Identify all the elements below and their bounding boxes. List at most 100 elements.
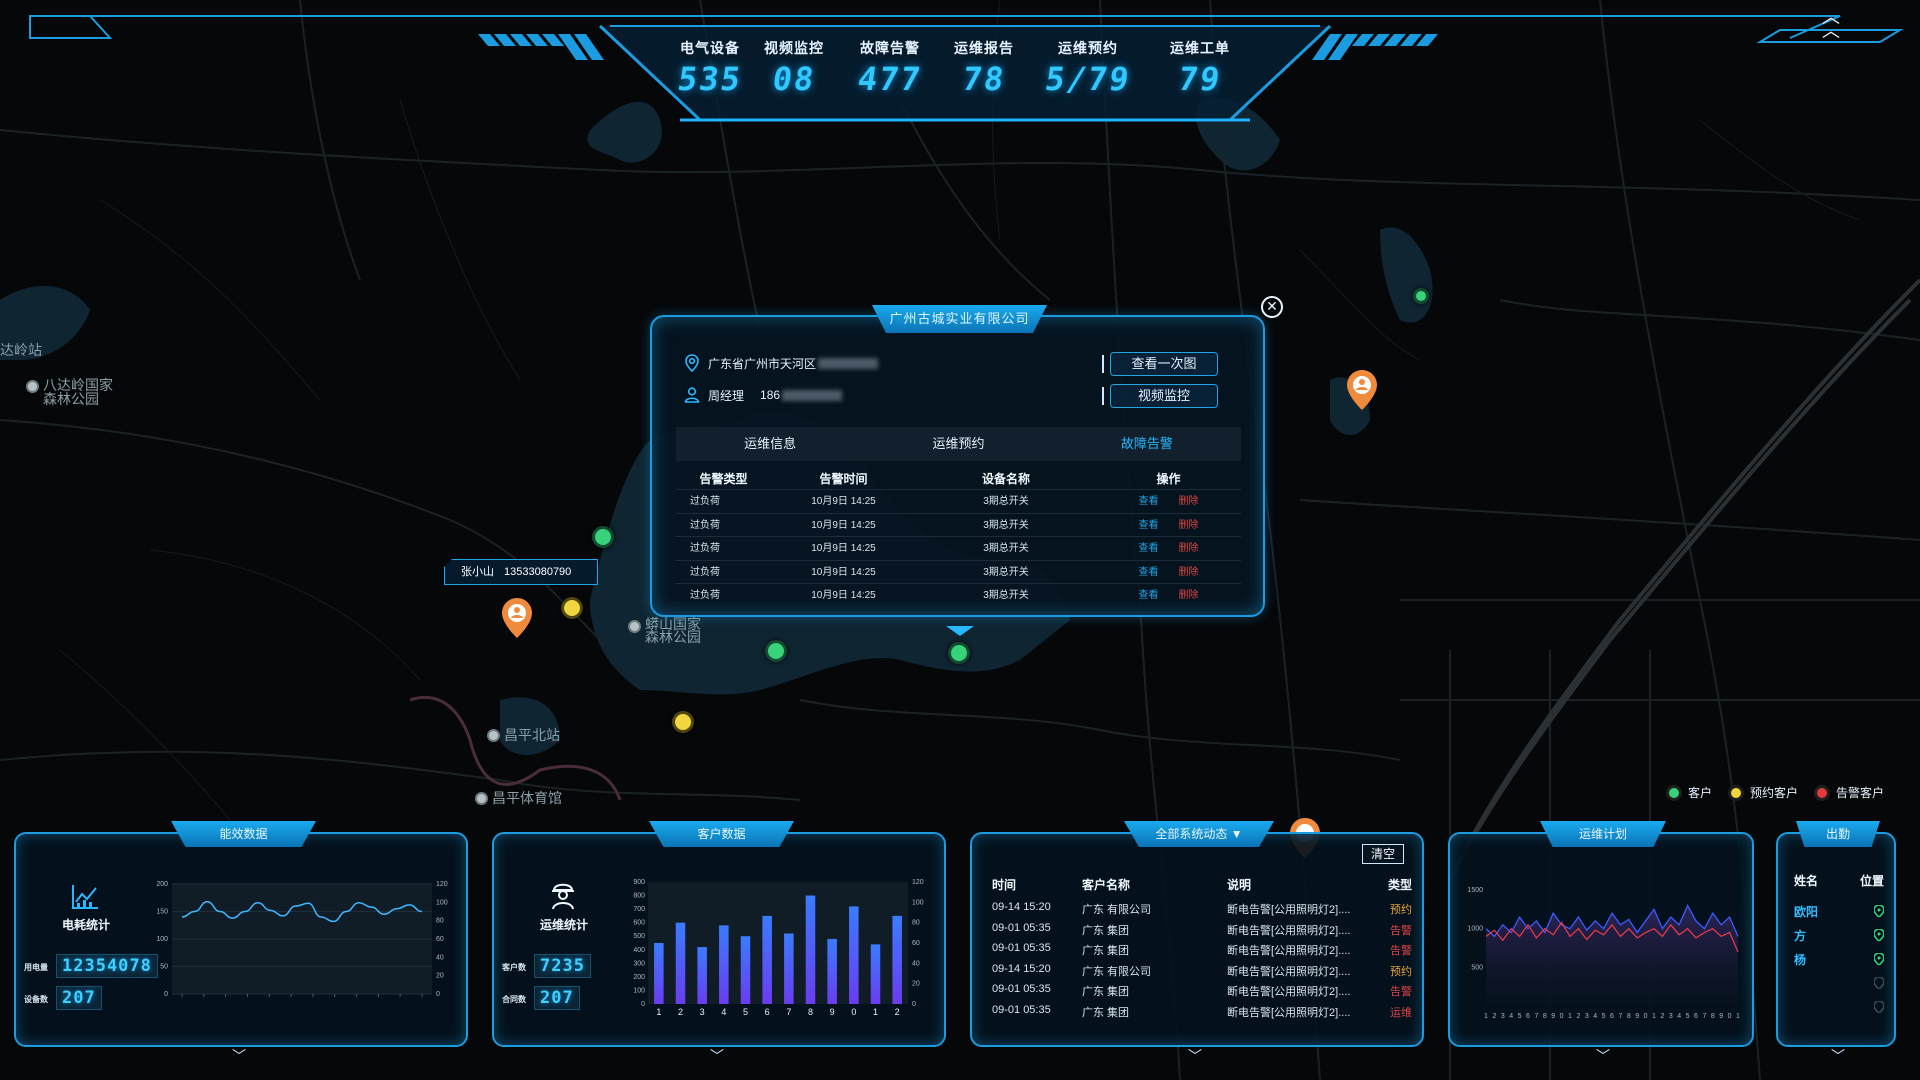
close-icon[interactable]: ✕ (1261, 296, 1283, 318)
list-item[interactable] (1794, 995, 1884, 1019)
legend-item-alarm[interactable]: 告警客户 (1814, 784, 1884, 801)
delete-button[interactable]: 删除 (1179, 543, 1199, 554)
location-icon[interactable] (1874, 929, 1884, 941)
table-row[interactable]: 09-01 05:35 广东 集团 断电告警[公用照明灯2].... 运维 (992, 1004, 1412, 1025)
clear-button[interactable]: 清空 (1362, 844, 1404, 864)
customer-count-value: 7235 (534, 954, 591, 978)
x-tick-label: 8 (808, 1007, 813, 1017)
map-legend: 客户 预约客户 告警客户 (1666, 784, 1900, 801)
table-row[interactable]: 09-01 05:35 广东 集团 断电告警[公用照明灯2].... 告警 (992, 942, 1412, 963)
y-tick-label: 100 (156, 936, 168, 943)
location-icon (685, 354, 699, 373)
double-chevron-up-icon[interactable]: ︿ ︿ (1818, 8, 1844, 40)
legend-item-customer[interactable]: 客户 (1666, 784, 1712, 801)
view-button[interactable]: 查看 (1139, 543, 1159, 554)
table-row[interactable]: 09-14 15:20 广东 有限公司 断电告警[公用照明灯2].... 预约 (992, 901, 1412, 922)
y2-tick-label: 100 (912, 899, 924, 906)
x-tick-label: 5 (1602, 1013, 1606, 1020)
reserved-customer-marker[interactable] (672, 711, 694, 733)
tab-maintenance-appointment[interactable]: 运维预约 (864, 427, 1052, 461)
y-tick-label: 0 (164, 991, 168, 998)
view-diagram-button[interactable]: 查看一次图 (1110, 352, 1218, 376)
bar (740, 936, 751, 1004)
x-tick-label: 0 (851, 1007, 856, 1017)
map-place-label: 昌平体育馆 (475, 788, 562, 808)
view-button[interactable]: 查看 (1139, 590, 1159, 601)
chevron-down-icon[interactable]: ﹀ (229, 1049, 249, 1065)
view-button[interactable]: 查看 (1139, 567, 1159, 578)
person-icon (684, 387, 700, 403)
stat-maintenance-reports[interactable]: 运维报告 78 (934, 38, 1034, 98)
x-tick-label: 1 (1568, 1013, 1572, 1020)
y-tick-label: 700 (633, 906, 645, 913)
table-row: 过负荷 10月9日 14:25 3期总开关 查看 删除 (676, 536, 1241, 560)
list-item[interactable]: 方 (1794, 923, 1884, 947)
redacted-text (818, 357, 879, 369)
view-button[interactable]: 查看 (1139, 520, 1159, 531)
view-button[interactable]: 查看 (1139, 496, 1159, 507)
location-icon[interactable] (1874, 977, 1884, 989)
attendance-panel: 出勤 姓名 位置 欧阳 方 杨 ﹀ (1776, 821, 1896, 1063)
legend-item-reserved[interactable]: 预约客户 (1728, 784, 1798, 801)
tab-maintenance-info[interactable]: 运维信息 (676, 427, 864, 461)
customer-marker[interactable] (592, 526, 614, 548)
stat-fault-alarms[interactable]: 故障告警 477 (840, 38, 940, 98)
customer-marker[interactable] (765, 640, 787, 662)
chevron-down-icon[interactable]: ﹀ (1828, 1049, 1848, 1065)
x-tick-label: 2 (678, 1007, 683, 1017)
location-icon[interactable] (1874, 905, 1884, 917)
chevron-down-icon[interactable]: ﹀ (1185, 1049, 1205, 1065)
location-icon[interactable] (1874, 1001, 1884, 1013)
list-item[interactable] (1794, 971, 1884, 995)
customer-marker[interactable] (948, 642, 970, 664)
x-tick-label: 2 (1576, 1013, 1580, 1020)
chevron-down-icon[interactable]: ﹀ (1593, 1049, 1613, 1065)
x-tick-label: 2 (1660, 1013, 1664, 1020)
stadium-icon (475, 792, 488, 805)
line-chart-icon (72, 885, 98, 909)
stat-maintenance-appointments[interactable]: 运维预约 5/79 (1033, 38, 1143, 98)
y-tick-label: 150 (156, 909, 168, 916)
series-area (1486, 905, 1738, 1006)
bar (849, 906, 859, 1004)
delete-button[interactable]: 删除 (1179, 520, 1199, 531)
customer-marker[interactable] (1413, 288, 1429, 304)
x-tick-label: 9 (1719, 1013, 1723, 1020)
table-row[interactable]: 09-01 05:35 广东 集团 断电告警[公用照明灯2].... 告警 (992, 983, 1412, 1004)
maintenance-plan-panel: 运维计划 500 1000 1500 1 2 3 4 5 6 7 8 9 0 1 2 3 4 5 6 7 8 9 0 1 2 3 4… (1448, 821, 1754, 1063)
contact-row: 周经理 186 (682, 385, 843, 405)
staff-info-tag[interactable]: 张小山 13533080790 (444, 559, 599, 585)
tab-fault-alarm[interactable]: 故障告警 (1053, 427, 1241, 461)
staff-location-pin-icon[interactable] (1347, 370, 1377, 410)
video-monitor-button[interactable]: 视频监控 (1110, 384, 1218, 408)
chevron-down-icon[interactable]: ﹀ (707, 1049, 727, 1065)
y2-tick-label: 80 (912, 920, 920, 927)
x-tick-label: 3 (1585, 1013, 1589, 1020)
table-row: 过负荷 10月9日 14:25 3期总开关 查看 删除 (676, 512, 1241, 537)
park-icon (628, 620, 641, 633)
list-item[interactable]: 杨 (1794, 947, 1884, 971)
y-tick-label: 200 (156, 881, 168, 888)
table-row: 过负荷 10月9日 14:25 3期总开关 查看 删除 (676, 559, 1241, 584)
delete-button[interactable]: 删除 (1179, 590, 1199, 601)
location-icon[interactable] (1874, 953, 1884, 965)
power-value: 12354078 (56, 954, 158, 978)
list-item[interactable]: 欧阳 (1794, 899, 1884, 923)
stat-work-orders[interactable]: 运维工单 79 (1150, 38, 1250, 98)
stat-video-monitoring[interactable]: 视频监控 08 (744, 38, 844, 98)
table-header: 姓名 位置 (1794, 874, 1884, 888)
maintenance-plan-line-chart: 500100015001 2 3 4 5 6 7 8 9 0 1 2 3 4 5 6 7 8 9 0 1 2 3 4 5 6 7 8 9… (1467, 887, 1740, 1020)
plot-area (648, 882, 908, 1004)
y-tick-label: 600 (633, 920, 645, 927)
divider (1102, 387, 1104, 405)
delete-button[interactable]: 删除 (1179, 567, 1199, 578)
table-row[interactable]: 09-01 05:35 广东 集团 断电告警[公用照明灯2].... 告警 (992, 922, 1412, 943)
x-tick-label: 7 (786, 1007, 791, 1017)
table-row[interactable]: 09-14 15:20 广东 有限公司 断电告警[公用照明灯2].... 预约 (992, 963, 1412, 984)
x-tick-label: 7 (1534, 1013, 1538, 1020)
reserved-customer-marker[interactable] (561, 597, 583, 619)
feed-filter-dropdown[interactable]: 全部系统动态 ▼ (1124, 821, 1274, 847)
staff-location-pin-icon[interactable] (502, 598, 532, 638)
delete-button[interactable]: 删除 (1179, 496, 1199, 507)
map-place-label: 蟒山国家森林公园 (628, 617, 703, 644)
